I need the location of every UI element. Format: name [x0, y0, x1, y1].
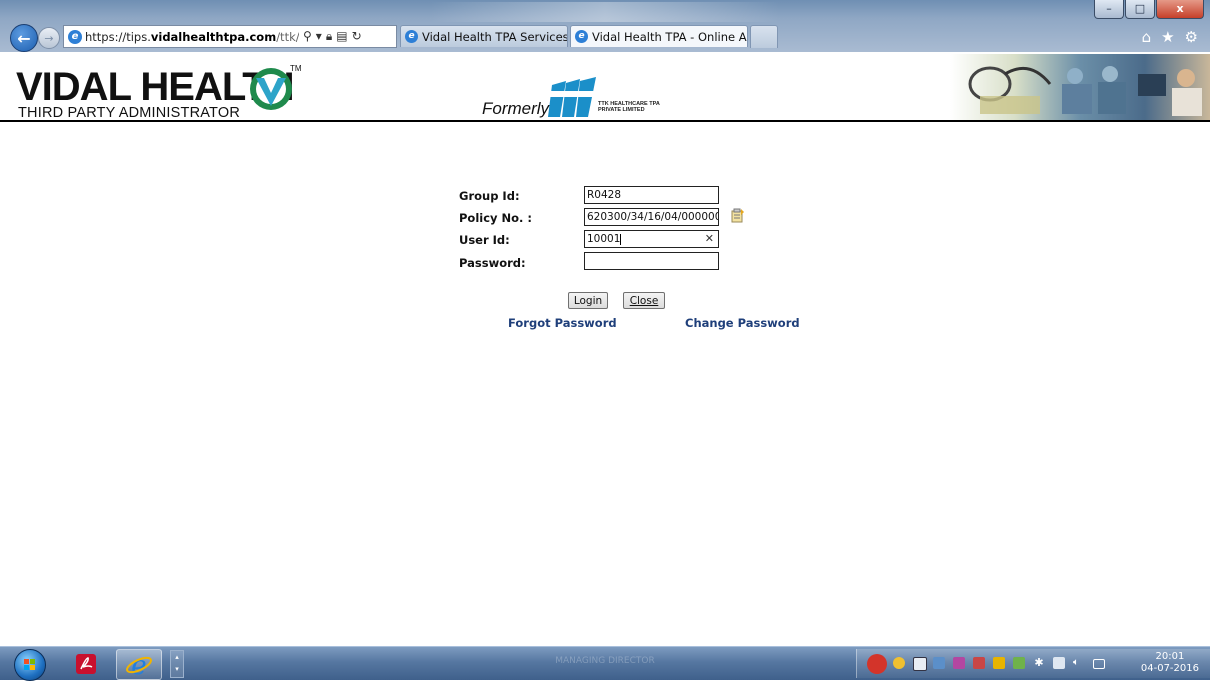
password-label: Password: — [459, 256, 526, 270]
close-button[interactable]: Close — [623, 292, 665, 309]
shield-icon[interactable] — [973, 657, 985, 669]
ttk-company-name: TTK HEALTHCARE TPA PRIVATE LIMITED — [598, 101, 660, 113]
start-button[interactable] — [14, 649, 46, 681]
close-window-button[interactable]: x — [1156, 0, 1204, 19]
clock-time: 20:01 — [1155, 651, 1185, 662]
policy-no-label: Policy No. : — [459, 211, 533, 225]
volume-icon[interactable]: 🔈︎ — [1073, 657, 1085, 669]
settings-gear-icon[interactable]: ⚙ — [1185, 28, 1198, 46]
acrobat-icon — [76, 653, 96, 674]
address-url[interactable]: https://tips.vidalhealthtpa.com/ttk/onli… — [85, 30, 299, 44]
home-icon[interactable]: ⌂ — [1142, 28, 1152, 46]
navigation-bar: ← → e https://tips.vidalhealthtpa.com/tt… — [0, 21, 1210, 52]
ttk-logo-icon — [546, 77, 598, 117]
text-cursor — [620, 233, 622, 245]
flag-icon[interactable] — [933, 657, 945, 669]
tab-vidal-online[interactable]: e Vidal Health TPA - Online A... ✕ — [570, 25, 748, 47]
action-center-icon[interactable] — [1093, 659, 1105, 669]
back-arrow-icon: ← — [17, 28, 31, 48]
refresh-icon[interactable]: ↻ — [352, 29, 362, 44]
internet-explorer-icon: e — [126, 651, 152, 679]
address-bar[interactable]: e https://tips.vidalhealthtpa.com/ttk/on… — [63, 25, 397, 48]
monitor-icon[interactable] — [953, 657, 965, 669]
trademark-label: TM — [290, 64, 302, 73]
minimize-button[interactable]: – — [1094, 0, 1124, 19]
formerly-label: Formerly — [482, 99, 550, 118]
system-tray: ✱ 🔈︎ 20:01 04-07-2016 — [856, 649, 1210, 678]
forward-button[interactable]: → — [38, 27, 60, 49]
password-input[interactable] — [584, 252, 719, 270]
ie-favicon-icon: e — [405, 30, 418, 43]
ie-favicon-icon: e — [575, 30, 588, 43]
user-id-label: User Id: — [459, 233, 510, 247]
taskbar-acrobat-button[interactable] — [64, 649, 108, 678]
header-divider — [0, 120, 1210, 122]
ie-favicon-icon: e — [68, 29, 82, 44]
address-tools: ⚲ ▾ 🔒︎ ▤ ↻ — [303, 29, 362, 44]
compatibility-icon[interactable]: ▤ — [336, 29, 347, 44]
tab-label: Vidal Health TPA - Online A... — [592, 29, 748, 44]
antivirus-icon[interactable] — [867, 654, 887, 674]
security-icon[interactable] — [993, 657, 1005, 669]
login-button[interactable]: Login — [568, 292, 608, 309]
forward-arrow-icon: → — [44, 31, 54, 45]
svg-text:e: e — [131, 651, 146, 679]
taskbar-scroll-control[interactable]: ▴ ▾ — [170, 650, 184, 678]
back-button[interactable]: ← — [10, 24, 38, 52]
lock-icon[interactable]: 🔒︎ — [326, 29, 332, 44]
new-tab-button[interactable] — [750, 25, 778, 48]
restore-button[interactable]: □ — [1125, 0, 1155, 19]
browser-toolbar-right: ⌂ ★ ⚙ — [1142, 28, 1198, 46]
group-id-input[interactable]: R0428 — [584, 186, 719, 204]
change-password-link[interactable]: Change Password — [685, 316, 800, 330]
windows-taskbar: e ▴ ▾ MANAGING DIRECTOR ✱ 🔈︎ 20:01 04-07-… — [0, 646, 1210, 681]
tab-vidal-services[interactable]: e Vidal Health TPA Services — [400, 25, 568, 47]
group-id-label: Group Id: — [459, 189, 520, 203]
power-icon[interactable] — [1053, 657, 1065, 669]
taskbar-window-label: MANAGING DIRECTOR — [555, 656, 655, 666]
clock-app-icon[interactable] — [893, 657, 905, 669]
keyboard-icon[interactable] — [913, 657, 927, 671]
window-controls: – □ x — [1094, 0, 1204, 20]
policy-no-input[interactable]: 620300/34/16/04/000000 — [584, 208, 719, 226]
browser-chrome: – □ x ← → e https://tips.vidalhealthtpa.… — [0, 0, 1210, 52]
search-icon[interactable]: ⚲ — [303, 29, 312, 44]
dropdown-icon[interactable]: ▾ — [316, 29, 322, 44]
clock-date: 04-07-2016 — [1140, 663, 1199, 674]
bluetooth-icon[interactable]: ✱ — [1033, 657, 1045, 669]
system-clock[interactable]: 20:01 04-07-2016 — [1141, 651, 1199, 675]
favorites-star-icon[interactable]: ★ — [1161, 28, 1174, 46]
policy-lookup-icon[interactable] — [731, 208, 745, 223]
windows-logo-icon — [24, 659, 35, 670]
taskbar-ie-button[interactable]: e — [116, 649, 162, 680]
clear-field-icon[interactable]: ✕ — [705, 231, 714, 247]
forgot-password-link[interactable]: Forgot Password — [508, 316, 617, 330]
medical-banner-image — [950, 54, 1210, 120]
vidal-v-logo-icon — [250, 68, 292, 110]
network-status-icon[interactable] — [1013, 657, 1025, 669]
user-id-input[interactable]: 10001 ✕ — [584, 230, 719, 248]
window-title — [430, 2, 780, 22]
tab-label: Vidal Health TPA Services — [422, 29, 568, 44]
